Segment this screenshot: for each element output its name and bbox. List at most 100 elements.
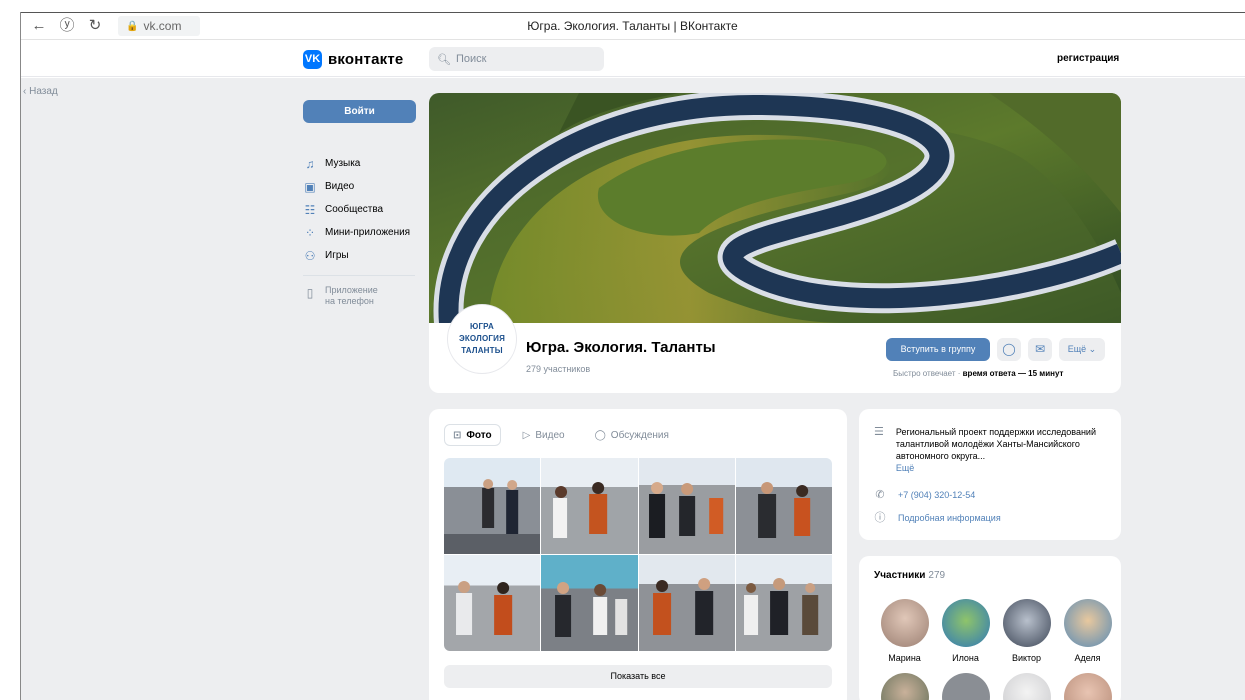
photo-thumbnail[interactable] (444, 458, 541, 554)
chat-bubble-icon: ◯ (1002, 342, 1016, 356)
photo-grid (444, 458, 832, 651)
members-list-row2 (874, 673, 1118, 700)
avatar (1002, 599, 1051, 647)
photo-thumbnail[interactable] (638, 555, 735, 651)
login-button[interactable]: Войти (303, 100, 416, 123)
register-link[interactable]: регистрация (1057, 53, 1119, 64)
member-item[interactable]: Илона (935, 599, 996, 663)
menu-divider (303, 275, 415, 276)
phone-icon: ✆ (875, 489, 885, 501)
chat-button[interactable]: ◯ (997, 338, 1021, 361)
vk-logo[interactable]: VK вконтакте (303, 50, 403, 69)
tab-photo[interactable]: ⊡ Фото (444, 424, 501, 446)
search-icon: 🔍︎ (437, 53, 451, 66)
menu-item-video[interactable]: ▣ Видео (303, 175, 423, 198)
show-all-button[interactable]: Показать все (444, 665, 832, 688)
media-card: ⊡ Фото ▷ Видео ◯ Обсуждения Показать все (429, 409, 847, 700)
page-title-bar: Югра. Экология. Таланты | ВКонтакте (527, 19, 738, 33)
description-more-link[interactable]: Ещё (896, 462, 1110, 474)
members-count: 279 (928, 570, 946, 581)
group-members-count[interactable]: 279 участников (526, 364, 590, 374)
avatar (880, 599, 929, 647)
reload-icon[interactable]: ↻ (86, 17, 104, 35)
menu-item-mini-apps[interactable]: ⁘ Мини-приложения (303, 221, 423, 244)
menu-item-mobile-app[interactable]: ▯ Приложение на телефон (303, 285, 423, 307)
info-description: ☰ Региональный проект поддержки исследов… (874, 426, 1110, 474)
avatar[interactable] (942, 673, 990, 700)
info-phone[interactable]: ✆ +7 (904) 320-12-54 (874, 489, 975, 501)
address-text: vk.com (143, 19, 182, 33)
left-menu: ♫ Музыка ▣ Видео ☷ Сообщества ⁘ Мини-приложе… (303, 152, 423, 307)
info-details[interactable]: ⓘ Подробная информация (874, 512, 1001, 524)
description-text: Региональный проект поддержки исследован… (895, 427, 1096, 461)
address-bar[interactable]: 🔒 vk.com (118, 16, 200, 36)
photo-thumbnail[interactable] (541, 458, 638, 554)
tab-discussions[interactable]: ◯ Обсуждения (587, 424, 677, 446)
back-label: Назад (29, 86, 58, 97)
tab-video[interactable]: ▷ Видео (515, 424, 573, 446)
member-name: Марина (888, 653, 921, 663)
games-icon: ⚇ (304, 248, 316, 263)
music-icon: ♫ (305, 156, 315, 171)
menu-item-games[interactable]: ⚇ Игры (303, 244, 423, 267)
tab-label: Фото (466, 429, 492, 441)
search-box[interactable]: 🔍︎ (429, 47, 604, 71)
menu-item-label: Мини-приложения (325, 227, 411, 238)
app-label: Приложение на телефон (325, 285, 378, 307)
member-name: Виктор (1011, 653, 1042, 663)
member-item[interactable]: Виктор (996, 599, 1057, 663)
details-link[interactable]: Подробная информация (898, 512, 1001, 524)
photo-icon: ⊡ (453, 429, 462, 441)
avatar-text: ТАЛАНТЫ (461, 346, 503, 355)
photo-thumbnail[interactable] (444, 555, 541, 651)
page-content: ‹ Назад Войти ♫ Музыка ▣ Видео ☷ Сообщества… (21, 78, 1245, 700)
menu-item-label: Видео (325, 181, 355, 192)
avatar-text: ЭКОЛОГИЯ (458, 334, 506, 343)
vk-logo-text: вконтакте (328, 51, 404, 68)
member-item[interactable]: Аделя (1057, 599, 1118, 663)
yandex-icon[interactable]: ⓨ (58, 17, 76, 35)
mini-apps-icon: ⁘ (304, 225, 316, 240)
photo-thumbnail[interactable] (735, 458, 832, 554)
join-group-button[interactable]: Вступить в группу (886, 338, 990, 361)
reply-time: время ответа — 15 минут (962, 369, 1064, 378)
menu-item-music[interactable]: ♫ Музыка (303, 152, 423, 175)
play-icon: ▷ (522, 429, 531, 441)
members-title-text: Участники (874, 570, 926, 581)
member-item[interactable]: Марина (874, 599, 935, 663)
avatar[interactable] (1003, 673, 1051, 700)
vk-logo-icon: VK (303, 50, 322, 69)
avatar (1063, 599, 1112, 647)
phone-link[interactable]: +7 (904) 320-12-54 (898, 489, 975, 501)
photo-thumbnail[interactable] (541, 555, 638, 651)
back-arrow-icon[interactable]: ← (30, 17, 48, 35)
menu-item-label: Игры (325, 250, 349, 261)
menu-item-communities[interactable]: ☷ Сообщества (303, 198, 423, 221)
members-card: Участники 279 Марина Илона Виктор Аделя (859, 556, 1121, 700)
photo-thumbnail[interactable] (638, 458, 735, 554)
reply-prefix: Быстро отвечает · (893, 369, 963, 378)
tab-label: Обсуждения (610, 429, 669, 441)
photo-thumbnail[interactable] (735, 555, 832, 651)
communities-icon: ☷ (304, 202, 316, 217)
info-card: ☰ Региональный проект поддержки исследов… (859, 409, 1121, 540)
back-link[interactable]: ‹ Назад (23, 86, 58, 97)
message-button[interactable]: ✉ (1028, 338, 1052, 361)
members-list: Марина Илона Виктор Аделя (874, 599, 1118, 663)
text-lines-icon: ☰ (874, 426, 884, 438)
reply-time-info: Быстро отвечает · время ответа — 15 мину… (893, 369, 1063, 378)
member-name: Илона (952, 653, 979, 663)
video-icon: ▣ (304, 179, 316, 194)
phone-icon: ▯ (306, 286, 314, 300)
mail-icon: ✉ (1034, 342, 1046, 356)
avatar[interactable] (1064, 673, 1112, 700)
vk-header: VK вконтакте 🔍︎ регистрация (21, 41, 1245, 77)
tab-label: Видео (535, 429, 565, 441)
discussion-icon: ◯ (594, 429, 606, 441)
more-button[interactable]: Ещё ⌄ (1059, 338, 1105, 361)
group-avatar[interactable]: ЮГРА ЭКОЛОГИЯ ТАЛАНТЫ (448, 305, 516, 373)
members-title[interactable]: Участники 279 (874, 570, 945, 581)
avatar[interactable] (881, 673, 929, 700)
search-input[interactable] (455, 53, 596, 65)
menu-item-label: Сообщества (325, 204, 384, 215)
